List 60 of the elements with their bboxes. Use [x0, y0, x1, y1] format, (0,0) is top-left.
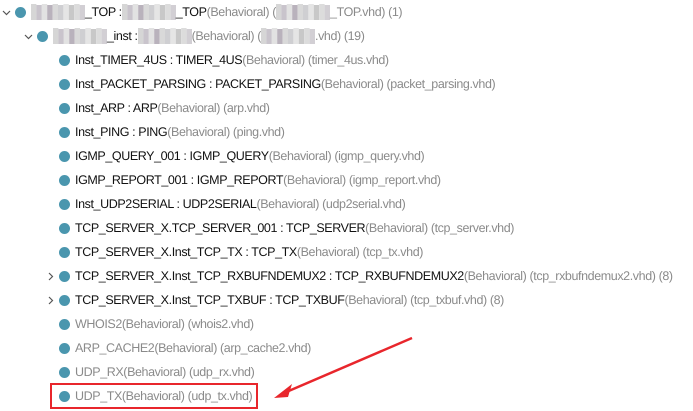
module-dot-icon: [59, 342, 70, 354]
module-dot-icon: [59, 222, 70, 234]
module-name: TCP_SERVER_X.TCP_SERVER_001 : TCP_SERVER: [75, 221, 366, 235]
redaction-blur-drawing: [31, 4, 85, 20]
module-dot-icon: [59, 366, 70, 378]
module-name: TCP_SERVER_X.Inst_TCP_TXBUF : TCP_TXBUF: [75, 293, 344, 307]
module-dot-icon: [37, 30, 48, 42]
module-dot-icon: [59, 246, 70, 258]
module-dot-icon: [15, 6, 26, 18]
module-dot-icon: [59, 294, 70, 306]
redaction-blur-drawing: [138, 28, 192, 44]
module-name: Inst_UDP2SERIAL : UDP2SERIAL: [75, 197, 256, 211]
module-detail: (Behavioral) (igmp_query.vhd): [268, 149, 424, 163]
module-dot-icon: [59, 126, 70, 138]
module-name: Inst_ARP : ARP: [75, 101, 158, 115]
module-name: _TOP :: [85, 5, 122, 19]
module-detail: (Behavioral) (: [192, 29, 261, 43]
module-detail: (Behavioral) (tcp_txbuf.vhd) (8): [344, 293, 504, 307]
module-name: TCP_SERVER_X.Inst_TCP_TX : TCP_TX: [75, 245, 297, 259]
module-detail: (Behavioral) (tcp_rxbufndemux2.vhd) (8): [464, 269, 673, 283]
redaction-blur-drawing: [276, 4, 330, 20]
redaction-blur-drawing: [261, 28, 315, 44]
module-detail: (Behavioral) (tcp_server.vhd): [365, 221, 514, 235]
module-name: TCP_SERVER_X.Inst_TCP_RXBUFNDEMUX2 : TCP_RXBUFNDEMUX2: [75, 269, 464, 283]
module-dot-icon: [59, 318, 70, 330]
module-name: Inst_PING : PING: [75, 125, 168, 139]
module-detail: (Behavioral) (arp.vhd): [157, 101, 270, 115]
module-dot-icon: [59, 78, 70, 90]
redaction-blur-drawing: [122, 4, 176, 20]
module-detail: (Behavioral) (igmp_report.vhd): [283, 173, 441, 187]
module-dot-icon: [59, 270, 70, 282]
chevron-down-icon[interactable]: [2, 8, 10, 16]
module-dot-icon: [59, 102, 70, 114]
module-name: IGMP_REPORT_001 : IGMP_REPORT: [75, 173, 284, 187]
chevron-down-icon[interactable]: [24, 32, 32, 40]
module-detail: _TOP.vhd) (1): [330, 5, 402, 19]
chevron-right-icon[interactable]: [46, 296, 54, 304]
module-dot-icon: [59, 390, 70, 402]
module-detail: (Behavioral) (: [206, 5, 276, 19]
module-dot-icon: [59, 174, 70, 186]
module-dot-icon: [59, 198, 70, 210]
module-name: _TOP: [176, 5, 207, 19]
module-detail: ARP_CACHE2(Behavioral) (arp_cache2.vhd): [75, 341, 311, 355]
module-detail: WHOIS2(Behavioral) (whois2.vhd): [75, 317, 254, 331]
module-detail: .vhd) (19): [315, 29, 364, 43]
module-name: _inst :: [107, 29, 138, 43]
module-detail: (Behavioral) (ping.vhd): [167, 125, 284, 139]
chevron-right-icon[interactable]: [46, 272, 54, 280]
module-dot-icon: [59, 54, 70, 66]
module-detail: (Behavioral) (timer_4us.vhd): [242, 53, 389, 67]
module-name: Inst_PACKET_PARSING : PACKET_PARSING: [75, 77, 321, 91]
module-dot-icon: [59, 150, 70, 162]
module-name: IGMP_QUERY_001 : IGMP_QUERY: [75, 149, 269, 163]
module-detail: (Behavioral) (udp2serial.vhd): [256, 197, 406, 211]
module-detail: UDP_RX(Behavioral) (udp_rx.vhd): [75, 365, 254, 379]
module-detail: (Behavioral) (tcp_tx.vhd): [296, 245, 424, 259]
module-detail: (Behavioral) (packet_parsing.vhd): [320, 77, 496, 91]
module-detail: UDP_TX(Behavioral) (udp_tx.vhd): [75, 389, 252, 403]
redaction-blur-drawing: [53, 28, 107, 44]
module-name: Inst_TIMER_4US : TIMER_4US: [75, 53, 242, 67]
